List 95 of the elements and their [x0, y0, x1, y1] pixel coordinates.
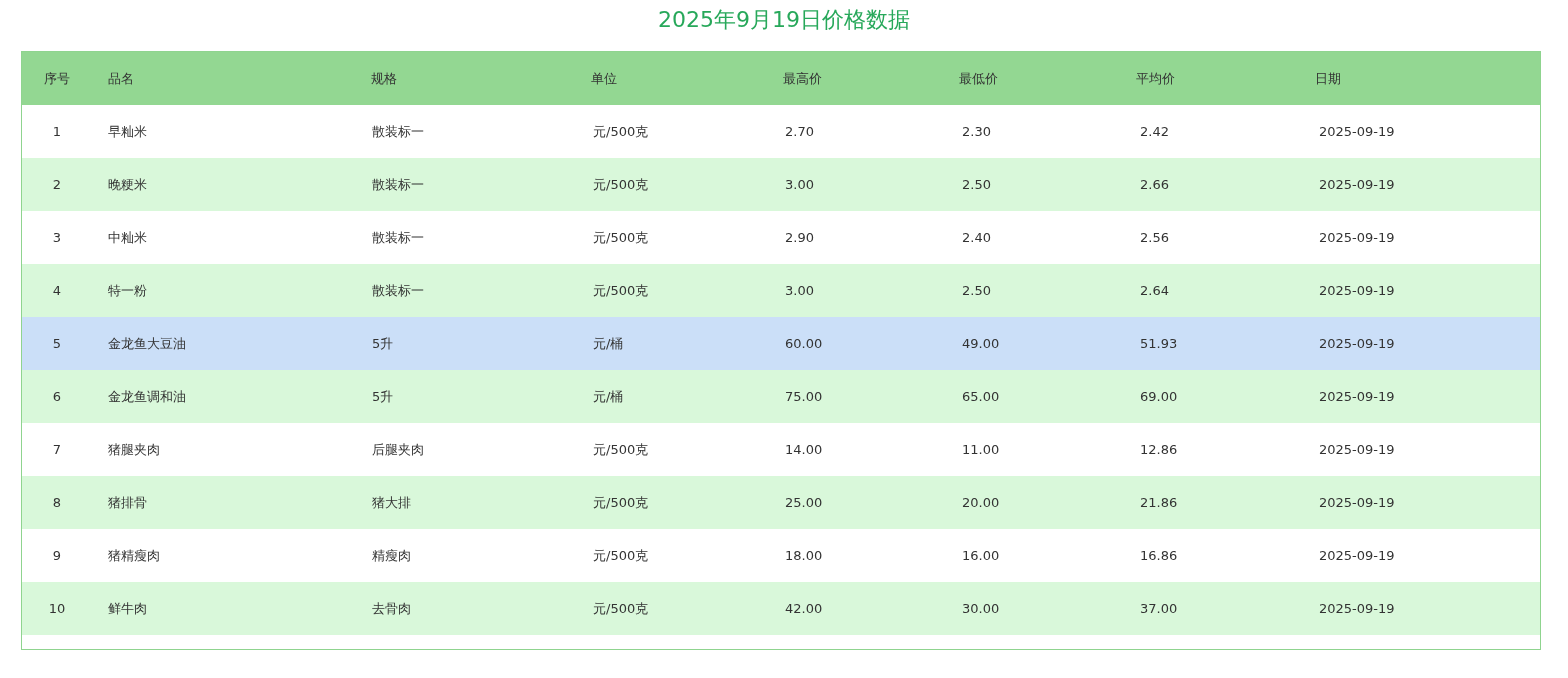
- table-cell-text: 2.90: [784, 230, 815, 245]
- table-cell-text: 6: [51, 389, 63, 404]
- table-cell-text: 2025-09-19: [1318, 548, 1396, 563]
- table-cell-text: 晚粳米: [107, 175, 148, 194]
- table-cell-text: 75.00: [784, 389, 824, 404]
- table-cell-text: 元/500克: [592, 599, 650, 618]
- table-cell-text: 元/500克: [592, 122, 650, 141]
- column-header[interactable]: 品名: [91, 69, 355, 88]
- table-row[interactable]: 6 金龙鱼调和油 5升 元/桶 75.00 65.00 69.00 2025-09-19: [22, 370, 1540, 423]
- table-cell-text: 2025-09-19: [1318, 177, 1396, 192]
- table-cell-text: 金龙鱼大豆油: [107, 334, 187, 353]
- table-cell-text: 51.93: [1139, 336, 1179, 351]
- table-cell-text: 2.50: [961, 283, 992, 298]
- table-cell-text: 2.56: [1139, 230, 1170, 245]
- table-cell-text: 5升: [371, 387, 395, 406]
- table-cell-text: 2025-09-19: [1318, 442, 1396, 457]
- table-cell-text: 8: [51, 495, 63, 510]
- table-cell-text: 25.00: [784, 495, 824, 510]
- table-cell-text: 65.00: [961, 389, 1001, 404]
- table-cell-text: 3: [51, 230, 63, 245]
- table-cell-text: 元/500克: [592, 493, 650, 512]
- table-cell-text: 特一粉: [107, 281, 148, 300]
- table-row[interactable]: 4 特一粉 散装标一 元/500克 3.00 2.50 2.64 2025-09-19: [22, 264, 1540, 317]
- table-cell-text: 69.00: [1139, 389, 1179, 404]
- table-cell-text: 20.00: [961, 495, 1001, 510]
- table-row[interactable]: 5 金龙鱼大豆油 5升 元/桶 60.00 49.00 51.93 2025-09-19: [22, 317, 1540, 370]
- table-row[interactable]: 10 鲜牛肉 去骨肉 元/500克 42.00 30.00 37.00 2025-09-19: [22, 582, 1540, 635]
- table-cell-text: 21.86: [1139, 495, 1179, 510]
- table-cell-text: 2025-09-19: [1318, 495, 1396, 510]
- table-cell-text: 9: [51, 548, 63, 563]
- table-cell-text: 37.00: [1139, 601, 1179, 616]
- table-cell-text: 去骨肉: [371, 599, 412, 618]
- table-cell-text: 30.00: [961, 601, 1001, 616]
- table-cell-text: 2.70: [784, 124, 815, 139]
- table-cell-text: 2.50: [961, 177, 992, 192]
- column-header[interactable]: 最高价: [766, 69, 943, 88]
- table-cell-text: 2: [51, 177, 63, 192]
- table-cell-text: 猪腿夹肉: [107, 440, 161, 459]
- table-cell-text: 2.66: [1139, 177, 1170, 192]
- table-cell-text: 散装标一: [371, 228, 425, 247]
- table-cell-text: 猪精瘦肉: [107, 546, 161, 565]
- table-row[interactable]: 8 猪排骨 猪大排 元/500克 25.00 20.00 21.86 2025-09-19: [22, 476, 1540, 529]
- table-cell-text: 16.86: [1139, 548, 1179, 563]
- table-cell-text: 16.00: [961, 548, 1001, 563]
- table-cell-text: 2.42: [1139, 124, 1170, 139]
- table-cell-text: 2025-09-19: [1318, 230, 1396, 245]
- table-cell-text: 5升: [371, 334, 395, 353]
- table-cell-text: 2025-09-19: [1318, 389, 1396, 404]
- column-header[interactable]: 最低价: [942, 69, 1121, 88]
- table-cell-text: 18.00: [784, 548, 824, 563]
- table-cell-text: 后腿夹肉: [371, 440, 425, 459]
- table-cell-text: 金龙鱼调和油: [107, 387, 187, 406]
- table-cell-text: 3.00: [784, 283, 815, 298]
- table-cell-text: 2025-09-19: [1318, 336, 1396, 351]
- table-cell-text: 散装标一: [371, 281, 425, 300]
- table-cell-text: 早籼米: [107, 122, 148, 141]
- table-cell-text: 14.00: [784, 442, 824, 457]
- table-cell-text: 元/桶: [592, 387, 625, 406]
- table-cell-text: 2025-09-19: [1318, 124, 1396, 139]
- table-cell-text: 7: [51, 442, 63, 457]
- table-cell-text: 10: [47, 601, 67, 616]
- table-cell-text: 鲜牛肉: [107, 599, 148, 618]
- table-cell-text: 42.00: [784, 601, 824, 616]
- table-cell-text: 2025-09-19: [1318, 601, 1396, 616]
- table-cell-text: 元/500克: [592, 228, 650, 247]
- table-cell-text: 猪排骨: [107, 493, 148, 512]
- column-header[interactable]: 单位: [575, 69, 767, 88]
- table-cell-text: 2.40: [961, 230, 992, 245]
- table-cell-text: 元/500克: [592, 546, 650, 565]
- table-cell-text: 2.30: [961, 124, 992, 139]
- table-cell-text: 49.00: [961, 336, 1001, 351]
- table-cell-text: 中籼米: [107, 228, 148, 247]
- table-cell-text: 2025-09-19: [1318, 283, 1396, 298]
- table-cell-text: 4: [51, 283, 63, 298]
- table-cell-text: 元/500克: [592, 175, 650, 194]
- table-cell-text: 散装标一: [371, 122, 425, 141]
- table-row[interactable]: 2 晚粳米 散装标一 元/500克 3.00 2.50 2.66 2025-09-19: [22, 158, 1540, 211]
- table-cell-text: 元/桶: [592, 334, 625, 353]
- table-cell-text: 11.00: [961, 442, 1001, 457]
- table-cell-text: 元/500克: [592, 281, 650, 300]
- column-header[interactable]: 平均价: [1120, 69, 1299, 88]
- column-header[interactable]: 序号: [22, 69, 92, 88]
- table-cell-text: 1: [51, 124, 63, 139]
- table-cell-text: 12.86: [1139, 442, 1179, 457]
- table-cell-text: 2.64: [1139, 283, 1170, 298]
- column-header[interactable]: 日期: [1298, 69, 1540, 88]
- page-title: 2025年9月19日价格数据: [658, 6, 910, 34]
- table-cell-text: 5: [51, 336, 63, 351]
- table-cell-text: 精瘦肉: [371, 546, 412, 565]
- column-header[interactable]: 规格: [354, 69, 576, 88]
- table-cell-text: 60.00: [784, 336, 824, 351]
- table-cell-text: 猪大排: [371, 493, 412, 512]
- table-cell-text: 元/500克: [592, 440, 650, 459]
- table-cell-text: 散装标一: [371, 175, 425, 194]
- table-cell-text: 3.00: [784, 177, 815, 192]
